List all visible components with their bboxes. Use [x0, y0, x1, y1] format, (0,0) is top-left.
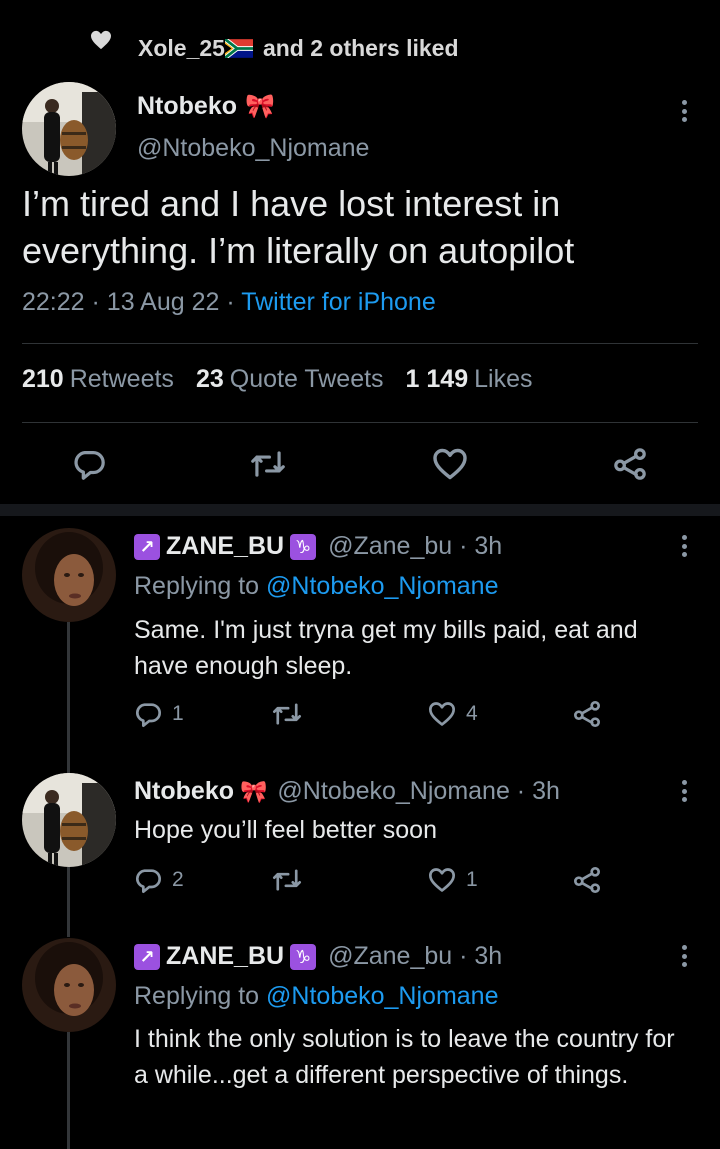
- author-name[interactable]: Ntobeko 🎀: [137, 92, 275, 121]
- tweet-source[interactable]: Twitter for iPhone: [241, 288, 436, 316]
- more-options-icon[interactable]: [678, 777, 690, 805]
- avatar[interactable]: [22, 82, 116, 176]
- divider: [22, 343, 698, 344]
- retweet-button[interactable]: [250, 447, 286, 481]
- tweet-meta: 22:22 · 13 Aug 22 · Twitter for iPhone: [22, 288, 436, 317]
- retweet-button[interactable]: [272, 866, 302, 894]
- share-button[interactable]: [572, 700, 602, 728]
- reply-handle-time[interactable]: @Zane_bu · 3h: [328, 942, 502, 971]
- separator: ·: [226, 288, 235, 316]
- ribbon-emoji: 🎀: [240, 778, 268, 804]
- thread-line: [67, 622, 70, 774]
- sagittarius-icon: ↗: [134, 533, 160, 560]
- reply-count: 2: [172, 868, 184, 891]
- section-divider: [0, 504, 720, 516]
- retweet-icon: [272, 703, 302, 725]
- divider: [22, 422, 698, 423]
- retweet-icon: [272, 869, 302, 891]
- replying-to-handle[interactable]: @Ntobeko_Njomane: [266, 572, 498, 600]
- quote-tweets-label: Quote Tweets: [229, 365, 384, 393]
- ribbon-emoji: 🎀: [245, 93, 275, 120]
- reply-handle-time[interactable]: @Zane_bu · 3h: [328, 532, 502, 561]
- quote-tweets-count: 23: [195, 365, 224, 393]
- thread-line: [67, 1032, 70, 1149]
- author-name-text: Ntobeko: [137, 92, 237, 120]
- retweet-icon: [251, 451, 285, 477]
- tweet-stats: 210 Retweets 23 Quote Tweets 1 149 Likes: [22, 365, 532, 394]
- reply-text: Hope you’ll feel better soon: [134, 816, 437, 844]
- replying-to: Replying to @Ntobeko_Njomane: [134, 572, 498, 601]
- reply-author-name[interactable]: ZANE_BU: [166, 532, 284, 561]
- quote-tweets-stat[interactable]: 23 Quote Tweets: [196, 365, 384, 394]
- reply-handle-time[interactable]: @Ntobeko_Njomane · 3h: [277, 777, 559, 806]
- avatar[interactable]: [22, 938, 116, 1032]
- capricorn-icon: ♑: [290, 943, 317, 970]
- heart-icon: [428, 702, 456, 726]
- like-button[interactable]: [432, 447, 468, 481]
- reply-button[interactable]: 2: [134, 866, 184, 894]
- share-button[interactable]: [572, 866, 602, 894]
- avatar[interactable]: [22, 773, 116, 867]
- like-button[interactable]: 4: [428, 700, 478, 728]
- social-context-suffix: and 2 others liked: [262, 34, 459, 61]
- capricorn-icon: ♑: [290, 533, 317, 560]
- reply-author-name[interactable]: ZANE_BU: [166, 942, 284, 971]
- tweet-time[interactable]: 22:22: [22, 288, 85, 316]
- sagittarius-icon: ↗: [134, 943, 160, 970]
- likes-count: 1 149: [405, 365, 469, 393]
- author-handle[interactable]: @Ntobeko_Njomane: [137, 134, 369, 163]
- likes-label: Likes: [474, 365, 533, 393]
- like-count: 4: [466, 702, 478, 725]
- more-options-icon[interactable]: [678, 942, 690, 970]
- replying-to-handle[interactable]: @Ntobeko_Njomane: [266, 982, 498, 1010]
- replying-to-label: Replying to: [134, 572, 260, 600]
- retweet-button[interactable]: [272, 700, 302, 728]
- reply-count: 1: [172, 702, 184, 725]
- more-options-icon[interactable]: [678, 97, 690, 125]
- retweets-stat[interactable]: 210 Retweets: [22, 365, 174, 394]
- share-icon: [573, 700, 601, 728]
- social-context[interactable]: Xole_25 and 2 others liked: [91, 30, 459, 66]
- avatar[interactable]: [22, 528, 116, 622]
- more-options-icon[interactable]: [678, 532, 690, 560]
- likes-stat[interactable]: 1 149 Likes: [406, 365, 533, 394]
- replying-to-label: Replying to: [134, 982, 260, 1010]
- thread-line: [67, 867, 70, 937]
- share-icon: [573, 866, 601, 894]
- reply-header: ↗ ZANE_BU ♑ @Zane_bu · 3h: [134, 942, 502, 971]
- retweets-label: Retweets: [69, 365, 174, 393]
- heart-filled-icon: [91, 30, 111, 50]
- like-count: 1: [466, 868, 478, 891]
- tweet-actions: [0, 445, 720, 485]
- reply-icon: [74, 451, 105, 480]
- reply-text: Same. I'm just tryna get my bills paid, …: [134, 616, 638, 680]
- reply-author-name[interactable]: Ntobeko: [134, 777, 234, 806]
- share-button[interactable]: [612, 447, 648, 481]
- south-africa-flag-icon: [224, 38, 253, 58]
- social-context-user[interactable]: Xole_25: [138, 35, 225, 62]
- heart-icon: [428, 868, 456, 892]
- share-icon: [614, 448, 646, 480]
- separator: ·: [91, 288, 100, 316]
- tweet-date[interactable]: 13 Aug 22: [107, 288, 220, 316]
- reply-header: ↗ ZANE_BU ♑ @Zane_bu · 3h: [134, 532, 502, 561]
- retweets-count: 210: [22, 365, 64, 393]
- tweet-text: I’m tired and I have lost interest in ev…: [22, 183, 575, 271]
- like-button[interactable]: 1: [428, 866, 478, 894]
- reply-button[interactable]: 1: [134, 700, 184, 728]
- reply-icon: [136, 703, 161, 728]
- reply-header: Ntobeko 🎀 @Ntobeko_Njomane · 3h: [134, 777, 560, 806]
- heart-icon: [433, 448, 467, 480]
- reply-button[interactable]: [72, 447, 106, 481]
- replying-to: Replying to @Ntobeko_Njomane: [134, 982, 498, 1011]
- reply-text: I think the only solution is to leave th…: [134, 1025, 675, 1089]
- reply-icon: [136, 869, 161, 894]
